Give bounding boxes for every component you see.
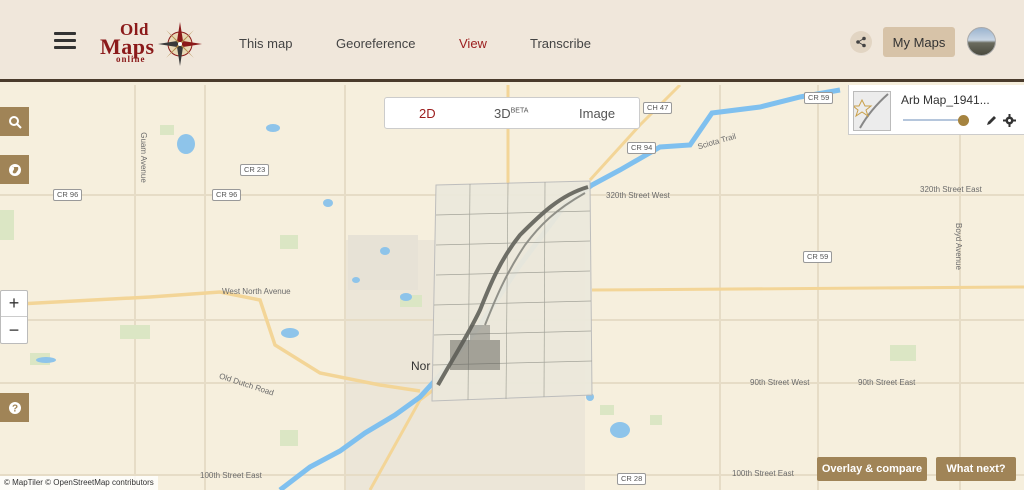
gear-icon[interactable] <box>1003 114 1016 127</box>
help-button[interactable]: ? <box>0 393 29 422</box>
shield-ch47: CH 47 <box>643 102 673 114</box>
user-avatar[interactable] <box>967 27 996 56</box>
edit-pencil-icon[interactable] <box>985 115 997 127</box>
shield-cr59: CR 59 <box>804 92 834 104</box>
nav-transcribe[interactable]: Transcribe <box>530 36 591 51</box>
view-2d-tab[interactable]: 2D <box>419 106 436 121</box>
map-canvas[interactable]: Guam Avenue West North Avenue Old Dutch … <box>0 85 1024 490</box>
shield-cr23: CR 23 <box>240 164 270 176</box>
globe-icon <box>8 163 21 176</box>
layer-name[interactable]: Arb Map_1941... <box>901 93 990 107</box>
search-button[interactable] <box>0 107 29 136</box>
nav-this-map[interactable]: This map <box>239 36 292 51</box>
share-icon <box>856 36 866 48</box>
map-attribution[interactable]: © MapTiler © OpenStreetMap contributors <box>0 476 158 490</box>
search-icon <box>8 115 22 129</box>
view-mode-switch: 2D 3DBETA Image <box>384 97 640 129</box>
zoom-out-button[interactable]: − <box>1 317 27 343</box>
label-boyd-avenue: Boyd Avenue <box>954 222 964 271</box>
zoom-in-button[interactable]: + <box>1 291 27 317</box>
layer-panel: Arb Map_1941... <box>848 85 1024 135</box>
opacity-slider-handle[interactable] <box>958 115 969 126</box>
label-city-northfield: Nor <box>411 359 431 373</box>
label-90th-street-east: 90th Street East <box>858 378 916 387</box>
zoom-control: + − <box>0 290 28 344</box>
base-map-graphics <box>0 85 1024 490</box>
overlay-historic-map <box>431 180 593 402</box>
share-button[interactable] <box>850 31 872 53</box>
label-west-north-avenue: West North Avenue <box>222 287 291 296</box>
label-100th-street-east-2: 100th Street East <box>732 469 794 478</box>
app-header: Old Maps online This map Georeference Vi… <box>0 0 1024 82</box>
shield-cr59-2: CR 59 <box>803 251 833 263</box>
menu-icon[interactable] <box>54 32 76 50</box>
shield-cr94: CR 94 <box>627 142 657 154</box>
view-3d-tab[interactable]: 3DBETA <box>494 106 528 121</box>
compass-rose-icon <box>158 22 202 66</box>
overlay-compare-button[interactable]: Overlay & compare <box>817 457 927 481</box>
help-icon: ? <box>8 401 21 414</box>
label-guam-avenue: Guam Avenue <box>138 132 148 183</box>
label-320th-street-west: 320th Street West <box>606 191 670 200</box>
view-image-tab[interactable]: Image <box>579 106 615 121</box>
layer-thumbnail[interactable] <box>851 91 891 131</box>
shield-cr96-2: CR 96 <box>212 189 242 201</box>
what-next-button[interactable]: What next? <box>936 457 1016 481</box>
svg-text:?: ? <box>11 403 17 414</box>
nav-georeference[interactable]: Georeference <box>336 36 416 51</box>
shield-cr96: CR 96 <box>53 189 83 201</box>
nav-view[interactable]: View <box>459 36 487 51</box>
label-90th-street-west: 90th Street West <box>750 378 810 387</box>
label-100th-street-east: 100th Street East <box>200 471 262 480</box>
old-maps-online-logo[interactable]: Old Maps online <box>100 18 212 68</box>
label-320th-street-east: 320th Street East <box>920 185 982 194</box>
my-maps-button[interactable]: My Maps <box>883 27 955 57</box>
globe-button[interactable] <box>0 155 29 184</box>
shield-cr28: CR 28 <box>617 473 647 485</box>
